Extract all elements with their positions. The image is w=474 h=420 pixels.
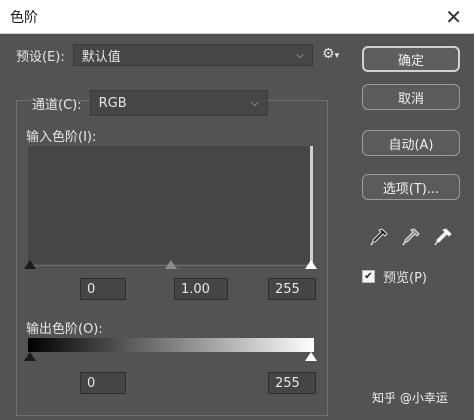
preview-row: ✔ 预览(P) — [362, 267, 427, 286]
auto-button[interactable]: 自动(A) — [362, 130, 460, 156]
cancel-button[interactable]: 取消 — [362, 84, 460, 110]
input-gamma-field[interactable]: 1.00 — [174, 278, 228, 300]
output-white-handle[interactable] — [305, 352, 317, 361]
output-black-handle[interactable] — [24, 352, 36, 361]
window-title: 色阶 — [10, 9, 38, 26]
close-icon[interactable]: ✕ — [445, 7, 462, 27]
ok-button[interactable]: 确定 — [362, 46, 460, 72]
black-point-eyedropper-icon[interactable] — [368, 226, 390, 248]
watermark: 知乎 @小幸运 — [372, 391, 448, 405]
channel-value: RGB — [98, 95, 127, 111]
channel-label: 通道(C): — [32, 97, 82, 113]
gray-point-eyedropper-icon[interactable] — [400, 226, 422, 248]
preview-checkbox[interactable]: ✔ — [362, 270, 375, 283]
white-point-eyedropper-icon[interactable] — [432, 226, 454, 248]
input-gamma-handle[interactable] — [165, 260, 177, 269]
levels-dialog: 预设(E): 默认值 ⌵ ⚙▾ 通道(C): RGB ⌵ 输入色阶(I): 0 … — [0, 34, 474, 420]
input-white-field[interactable]: 255 — [268, 278, 316, 300]
preset-dropdown[interactable]: 默认值 ⌵ — [72, 44, 313, 66]
preview-label: 预览(P) — [383, 271, 427, 286]
input-black-handle[interactable] — [24, 260, 36, 269]
chevron-down-icon: ⌵ — [296, 49, 304, 61]
input-levels-label: 输入色阶(I): — [26, 130, 97, 145]
output-black-field[interactable]: 0 — [80, 372, 126, 394]
title-bar: 色阶 ✕ — [0, 0, 474, 34]
preset-row: 预设(E): 默认值 ⌵ — [16, 44, 313, 66]
input-black-field[interactable]: 0 — [80, 278, 126, 300]
histogram — [28, 146, 312, 264]
channel-row: 通道(C): RGB ⌵ — [32, 90, 268, 116]
output-gradient-bar — [28, 338, 314, 352]
output-white-field[interactable]: 255 — [268, 372, 316, 394]
output-levels-label: 输出色阶(O): — [26, 322, 103, 337]
channel-dropdown[interactable]: RGB ⌵ — [89, 90, 268, 116]
preset-label: 预设(E): — [16, 49, 65, 65]
input-white-handle[interactable] — [305, 260, 317, 269]
chevron-down-icon: ⌵ — [251, 97, 259, 109]
options-button[interactable]: 选项(T)... — [362, 174, 460, 200]
gear-icon[interactable]: ⚙▾ — [322, 46, 339, 62]
preset-value: 默认值 — [81, 49, 121, 65]
histogram-spike — [310, 146, 313, 264]
